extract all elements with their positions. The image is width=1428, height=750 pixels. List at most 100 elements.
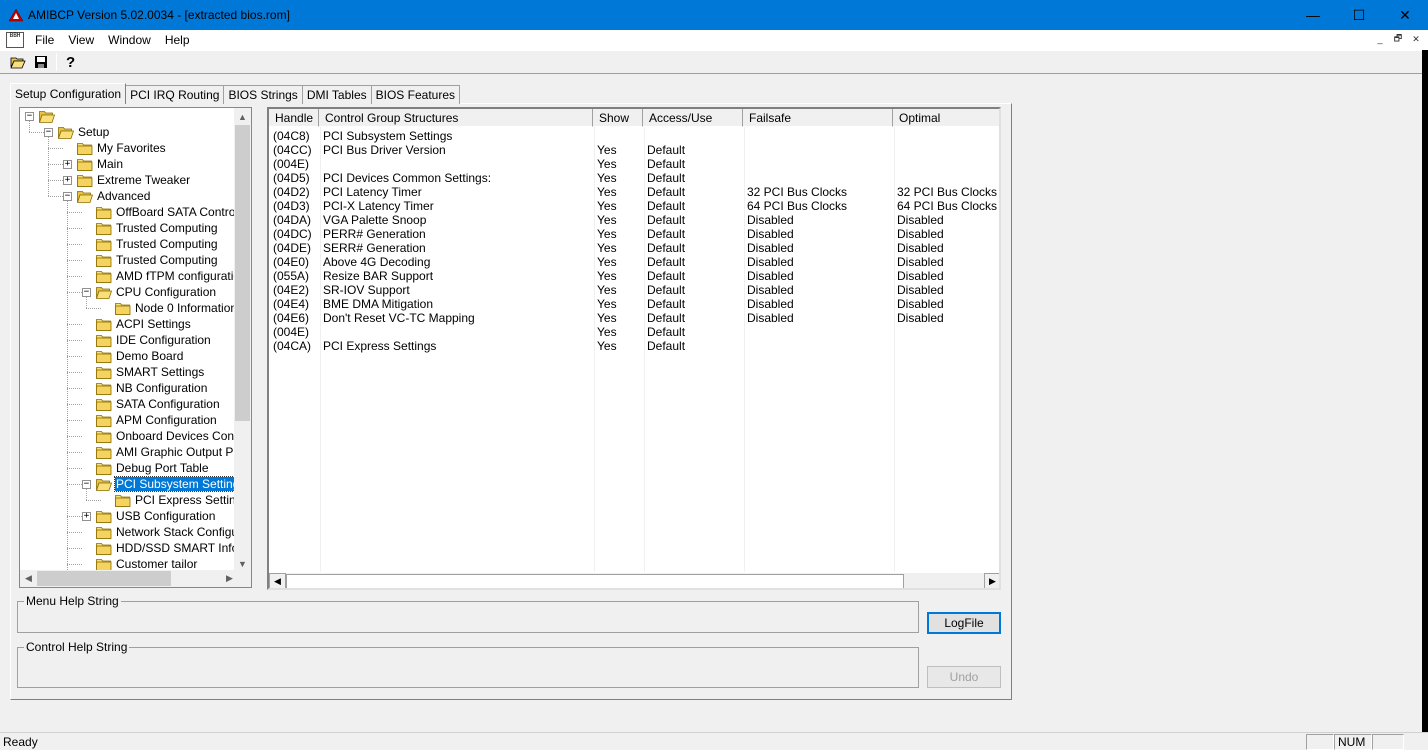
- column-header[interactable]: Access/Use: [643, 109, 743, 127]
- table-row[interactable]: (04D5) PCI Devices Common Settings: Yes Def…: [269, 171, 999, 185]
- table-row[interactable]: (04E0) Above 4G Decoding Yes Default Disable…: [269, 255, 999, 269]
- tab-dmi-tables[interactable]: DMI Tables: [301, 85, 372, 104]
- tree-item[interactable]: SATA Configuration: [96, 396, 221, 412]
- table-row[interactable]: (04E2) SR-IOV Support Yes Default Disabled Di…: [269, 283, 999, 297]
- table-row[interactable]: (04DE) SERR# Generation Yes Default Disabled…: [269, 241, 999, 255]
- scroll-right-icon[interactable]: ▶: [221, 570, 238, 587]
- grid-horizontal-scrollbar[interactable]: ◀ ▶: [269, 573, 999, 588]
- menu-view[interactable]: View: [61, 33, 101, 47]
- tree-item[interactable]: OffBoard SATA Controller: [96, 204, 238, 220]
- table-row[interactable]: (04C8) PCI Subsystem Settings: [269, 129, 999, 143]
- expand-icon[interactable]: +: [63, 176, 72, 185]
- collapse-icon[interactable]: −: [82, 480, 91, 489]
- table-cell: Default: [647, 199, 686, 213]
- tree-item[interactable]: IDE Configuration: [96, 332, 212, 348]
- setup-tree[interactable]: − − Setup My Favorites + Main + Extreme Tweaker…: [19, 107, 252, 588]
- tree-horizontal-scrollbar[interactable]: ◀ ▶: [20, 570, 238, 587]
- context-help-button[interactable]: ?: [60, 52, 82, 72]
- tree-item[interactable]: Trusted Computing: [96, 252, 219, 268]
- table-row[interactable]: (04E4) BME DMA Mitigation Yes Default Disabl…: [269, 297, 999, 311]
- tree-item[interactable]: AMI Graphic Output Proto: [96, 444, 238, 460]
- tree-item[interactable]: HDD/SSD SMART Inform: [96, 540, 238, 556]
- table-row[interactable]: (04CC) PCI Bus Driver Version Yes Default: [269, 143, 999, 157]
- maximize-button[interactable]: ☐: [1336, 0, 1382, 30]
- collapse-icon[interactable]: −: [25, 112, 34, 121]
- column-header[interactable]: Control Group Structures: [319, 109, 593, 127]
- expand-icon[interactable]: +: [63, 160, 72, 169]
- column-header[interactable]: Handle: [269, 109, 319, 127]
- tree-item[interactable]: PCI Express Settings: [115, 492, 238, 508]
- tree-item[interactable]: [39, 108, 60, 124]
- tree-item[interactable]: NB Configuration: [96, 380, 208, 396]
- tab-bios-strings[interactable]: BIOS Strings: [223, 85, 303, 104]
- table-row[interactable]: (04DA) VGA Palette Snoop Yes Default Disable…: [269, 213, 999, 227]
- tree-hscroll-thumb[interactable]: [37, 571, 171, 586]
- table-row[interactable]: (04DC) PERR# Generation Yes Default Disabled…: [269, 227, 999, 241]
- tab-pci-irq-routing[interactable]: PCI IRQ Routing: [125, 85, 225, 104]
- tab-bios-features[interactable]: BIOS Features: [370, 85, 460, 104]
- tree-item[interactable]: Trusted Computing: [96, 220, 219, 236]
- tree-item-label: Trusted Computing: [116, 253, 218, 267]
- tree-item[interactable]: Node 0 Information: [115, 300, 238, 316]
- column-header[interactable]: Optimal: [893, 109, 999, 127]
- collapse-icon[interactable]: −: [44, 128, 53, 137]
- expand-icon[interactable]: +: [82, 512, 91, 521]
- tree-vscroll-thumb[interactable]: [235, 125, 250, 421]
- tree-item[interactable]: Setup: [58, 124, 110, 140]
- table-row[interactable]: (055A) Resize BAR Support Yes Default Disabl…: [269, 269, 999, 283]
- table-row[interactable]: (04D2) PCI Latency Timer Yes Default 32 PCI …: [269, 185, 999, 199]
- table-row[interactable]: (004E) Yes Default: [269, 325, 999, 339]
- tree-item-label: SATA Configuration: [116, 397, 220, 411]
- tree-vertical-scrollbar[interactable]: ▲ ▼: [234, 108, 251, 572]
- collapse-icon[interactable]: −: [63, 192, 72, 201]
- tree-item[interactable]: Main: [77, 156, 124, 172]
- tree-item[interactable]: PCI Subsystem Settings: [96, 476, 238, 492]
- menu-file[interactable]: File: [28, 33, 61, 47]
- tree-item[interactable]: Debug Port Table: [96, 460, 210, 476]
- table-cell: [893, 339, 999, 353]
- table-cell: [643, 129, 743, 143]
- mdi-restore-button[interactable]: 🗗: [1390, 32, 1406, 46]
- amibcp-app-icon[interactable]: [8, 8, 24, 22]
- minimize-button[interactable]: —: [1290, 0, 1336, 30]
- tab-setup-configuration[interactable]: Setup Configuration: [10, 83, 127, 104]
- tree-item[interactable]: SMART Settings: [96, 364, 205, 380]
- tree-item[interactable]: Onboard Devices Configu: [96, 428, 238, 444]
- undo-button[interactable]: Undo: [927, 666, 1001, 688]
- collapse-icon[interactable]: −: [82, 288, 91, 297]
- close-button[interactable]: ✕: [1382, 0, 1428, 30]
- table-row[interactable]: (04E6) Don't Reset VC-TC Mapping Yes Defaul…: [269, 311, 999, 325]
- scroll-up-icon[interactable]: ▲: [234, 108, 251, 125]
- table-cell: Yes: [597, 339, 617, 353]
- table-row[interactable]: (04CA) PCI Express Settings Yes Default: [269, 339, 999, 353]
- table-cell: Default: [647, 339, 686, 353]
- tree-item[interactable]: Trusted Computing: [96, 236, 219, 252]
- tree-item[interactable]: Extreme Tweaker: [77, 172, 191, 188]
- menu-window[interactable]: Window: [101, 33, 158, 47]
- tree-item[interactable]: Demo Board: [96, 348, 184, 364]
- tree-item[interactable]: Advanced: [77, 188, 151, 204]
- column-header[interactable]: Failsafe: [743, 109, 893, 127]
- open-button[interactable]: [7, 52, 29, 72]
- column-header[interactable]: Show: [593, 109, 643, 127]
- tree-item[interactable]: ACPI Settings: [96, 316, 192, 332]
- tree-item[interactable]: AMD fTPM configuration: [96, 268, 238, 284]
- control-grid[interactable]: Handle Control Group Structures Show Access…: [267, 107, 1001, 590]
- table-row[interactable]: (004E) Yes Default: [269, 157, 999, 171]
- document-system-menu-icon[interactable]: BBH: [6, 32, 24, 48]
- table-row[interactable]: (04D3) PCI-X Latency Timer Yes Default 64 PC…: [269, 199, 999, 213]
- menu-help[interactable]: Help: [158, 33, 197, 47]
- tree-item[interactable]: USB Configuration: [96, 508, 216, 524]
- mdi-close-button[interactable]: ✕: [1408, 32, 1424, 46]
- grid-scroll-right-icon[interactable]: ▶: [984, 573, 999, 588]
- scroll-left-icon[interactable]: ◀: [20, 570, 37, 587]
- mdi-minimize-button[interactable]: _: [1372, 32, 1388, 46]
- tree-item[interactable]: My Favorites: [77, 140, 167, 156]
- grid-scroll-left-icon[interactable]: ◀: [269, 573, 286, 588]
- logfile-button[interactable]: LogFile: [927, 612, 1001, 634]
- tree-item[interactable]: CPU Configuration: [96, 284, 217, 300]
- tree-item[interactable]: APM Configuration: [96, 412, 218, 428]
- grid-hscroll-thumb[interactable]: [286, 574, 904, 588]
- tree-item[interactable]: Network Stack Configura: [96, 524, 238, 540]
- save-button[interactable]: [30, 52, 52, 72]
